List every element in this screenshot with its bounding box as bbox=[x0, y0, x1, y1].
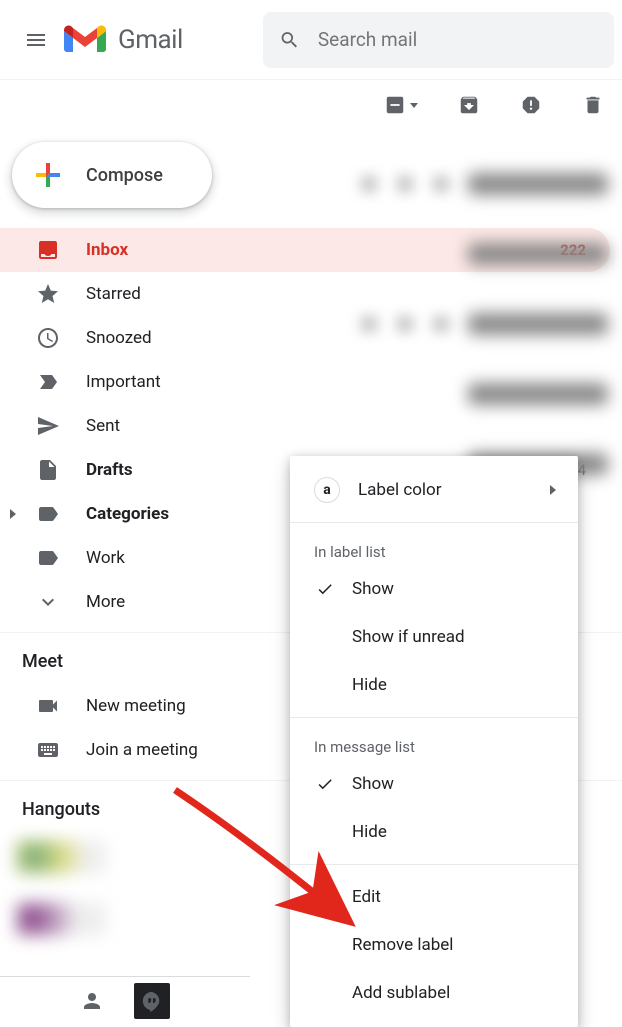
menu-label: Show bbox=[352, 774, 394, 794]
menu-label: Remove label bbox=[352, 935, 453, 955]
search-icon bbox=[279, 28, 300, 52]
person-icon[interactable] bbox=[80, 989, 104, 1013]
search-input[interactable] bbox=[318, 28, 598, 51]
nav-label: Starred bbox=[86, 284, 141, 304]
inbox-icon bbox=[36, 238, 60, 262]
nav-label: Categories bbox=[86, 504, 169, 524]
color-badge: a bbox=[314, 477, 340, 503]
footer-tabs bbox=[0, 976, 250, 1024]
menu-label: Edit bbox=[352, 887, 381, 907]
label-context-menu: a Label color In label list Show Show if… bbox=[290, 456, 578, 1027]
compose-button[interactable]: Compose bbox=[12, 142, 212, 208]
clock-icon bbox=[36, 326, 60, 350]
menu-show[interactable]: Show bbox=[290, 565, 578, 613]
check-icon bbox=[314, 580, 336, 598]
menu-label: Show bbox=[352, 579, 394, 599]
nav-label: Sent bbox=[86, 416, 120, 436]
menu-section-label-list: In label list bbox=[290, 531, 578, 565]
menu-add-sublabel[interactable]: Add sublabel bbox=[290, 969, 578, 1017]
mail-row[interactable] bbox=[360, 300, 622, 348]
hangouts-icon bbox=[141, 990, 163, 1012]
nav-label: Important bbox=[86, 372, 161, 392]
select-box-icon bbox=[384, 94, 406, 116]
search-bar[interactable] bbox=[263, 12, 614, 68]
mail-row[interactable] bbox=[360, 230, 622, 278]
menu-remove-label[interactable]: Remove label bbox=[290, 921, 578, 969]
archive-button[interactable] bbox=[458, 94, 480, 116]
nav-label: Snoozed bbox=[86, 328, 152, 348]
separator bbox=[290, 522, 578, 523]
mail-row[interactable] bbox=[360, 370, 622, 418]
menu-label: Label color bbox=[358, 480, 442, 500]
menu-label: Show if unread bbox=[352, 627, 465, 647]
report-spam-button[interactable] bbox=[520, 94, 542, 116]
submenu-caret-icon bbox=[550, 485, 556, 495]
select-all-button[interactable] bbox=[384, 94, 418, 116]
video-icon bbox=[36, 694, 60, 718]
spam-icon bbox=[520, 94, 542, 116]
hamburger-icon bbox=[24, 28, 48, 52]
chevron-down-icon bbox=[36, 590, 60, 614]
menu-section-message-list: In message list bbox=[290, 726, 578, 760]
menu-label: Hide bbox=[352, 675, 387, 695]
separator bbox=[290, 864, 578, 865]
header: Gmail bbox=[0, 0, 622, 80]
check-icon bbox=[314, 775, 336, 793]
star-icon bbox=[36, 282, 60, 306]
menu-label-color[interactable]: a Label color bbox=[290, 466, 578, 514]
hangouts-tab[interactable] bbox=[134, 983, 170, 1019]
nav-label: More bbox=[86, 592, 125, 612]
main-menu-button[interactable] bbox=[12, 16, 60, 64]
important-icon bbox=[36, 370, 60, 394]
gmail-logo-icon bbox=[64, 24, 106, 56]
nav-label: Inbox bbox=[86, 240, 128, 260]
menu-edit[interactable]: Edit bbox=[290, 873, 578, 921]
hangout-contact[interactable] bbox=[16, 902, 106, 936]
menu-hide[interactable]: Hide bbox=[290, 661, 578, 709]
separator bbox=[290, 717, 578, 718]
file-icon bbox=[36, 458, 60, 482]
menu-hide-msg[interactable]: Hide bbox=[290, 808, 578, 856]
nav-label: New meeting bbox=[86, 696, 186, 716]
menu-show-if-unread[interactable]: Show if unread bbox=[290, 613, 578, 661]
nav-label: Work bbox=[86, 548, 125, 568]
expand-caret-icon bbox=[10, 509, 16, 519]
compose-label: Compose bbox=[86, 165, 163, 186]
keyboard-icon bbox=[36, 738, 60, 762]
app-name: Gmail bbox=[118, 25, 183, 55]
logo[interactable]: Gmail bbox=[64, 24, 183, 56]
dropdown-caret-icon bbox=[410, 103, 418, 108]
archive-icon bbox=[458, 94, 480, 116]
menu-show-msg[interactable]: Show bbox=[290, 760, 578, 808]
label-icon bbox=[36, 502, 60, 526]
trash-icon bbox=[582, 94, 604, 116]
plus-icon bbox=[30, 157, 66, 193]
send-icon bbox=[36, 414, 60, 438]
menu-label: Add sublabel bbox=[352, 983, 450, 1003]
delete-button[interactable] bbox=[582, 94, 604, 116]
mail-row[interactable] bbox=[360, 160, 622, 208]
hangout-contact[interactable] bbox=[16, 840, 106, 874]
label-icon bbox=[36, 546, 60, 570]
nav-label: Drafts bbox=[86, 460, 133, 480]
menu-label: Hide bbox=[352, 822, 387, 842]
mail-toolbar bbox=[0, 80, 622, 130]
nav-label: Join a meeting bbox=[86, 740, 198, 760]
